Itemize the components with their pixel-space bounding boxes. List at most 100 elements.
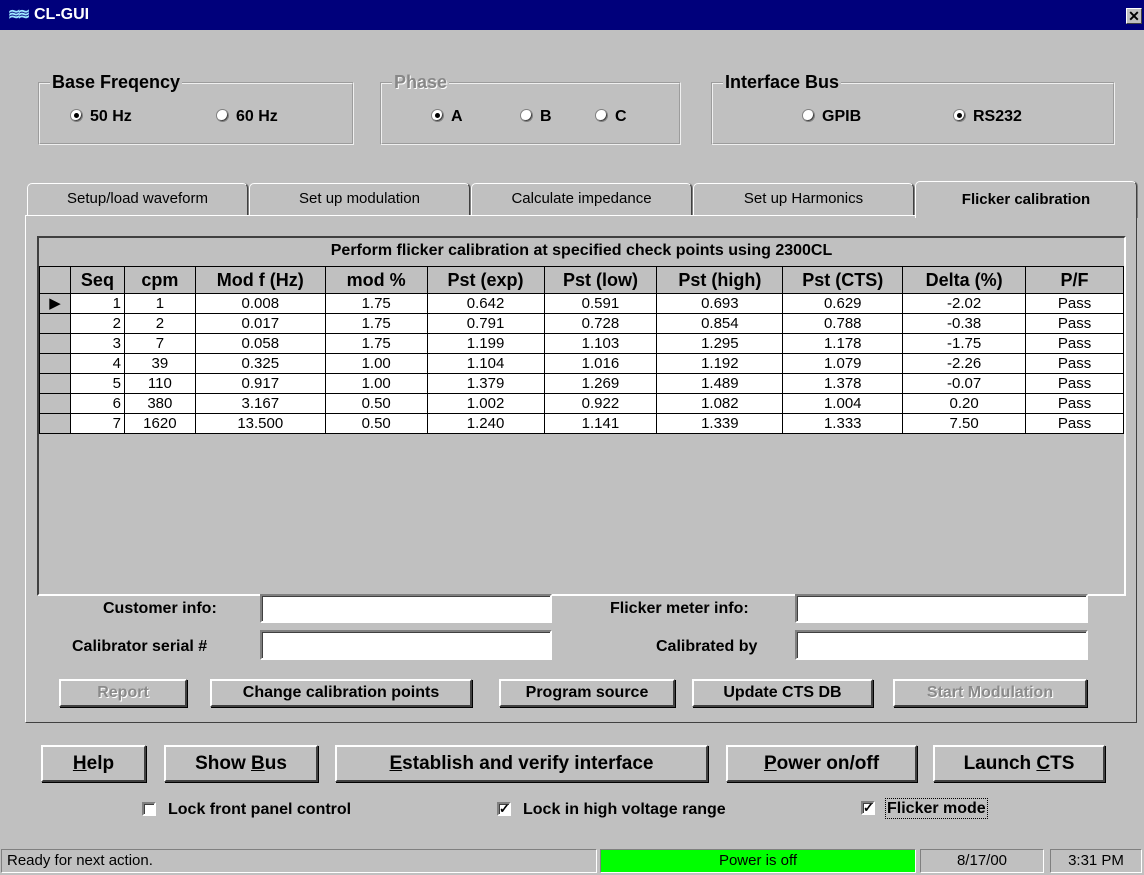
table-cell[interactable]: 1.489 <box>656 373 784 394</box>
table-cell[interactable]: 0.917 <box>194 373 326 394</box>
table-cell[interactable]: Pass <box>1025 393 1124 414</box>
program-source-button[interactable]: Program source <box>499 679 675 707</box>
radio-phase-a[interactable]: A <box>431 108 463 126</box>
tab-flicker-calibration[interactable]: Flicker calibration <box>915 181 1137 218</box>
establish-verify-interface-button[interactable]: Establish and verify interface <box>335 745 708 782</box>
table-cell[interactable]: 0.008 <box>194 293 326 314</box>
table-row[interactable]: 4 39 0.325 1.00 1.104 1.016 1.192 1.079 -2.26 Pas… <box>39 353 1124 374</box>
help-button[interactable]: Help <box>41 745 146 782</box>
column-header[interactable]: Pst (CTS) <box>782 266 904 294</box>
table-cell[interactable]: Pass <box>1025 413 1124 434</box>
table-cell[interactable]: 0.728 <box>543 313 658 334</box>
table-cell[interactable]: 0.629 <box>782 293 904 314</box>
launch-cts-button[interactable]: Launch CTS <box>933 745 1105 782</box>
table-cell[interactable]: 4 <box>69 353 125 374</box>
tab-setup-load-waveform[interactable]: Setup/load waveform <box>27 183 248 217</box>
table-cell[interactable]: 7 <box>123 333 196 354</box>
current-row-arrow-icon[interactable]: ▶ <box>39 293 71 314</box>
radio-50hz[interactable]: 50 Hz <box>70 108 132 126</box>
row-selector[interactable] <box>39 333 71 354</box>
start-modulation-button[interactable]: Start Modulation <box>893 679 1087 707</box>
column-header[interactable]: Delta (%) <box>902 266 1027 294</box>
calibration-grid[interactable]: Seq cpm Mod f (Hz) mod % Pst (exp) Pst (… <box>39 266 1124 434</box>
table-cell[interactable]: 1.269 <box>543 373 658 394</box>
table-cell[interactable]: 1.00 <box>324 373 428 394</box>
row-selector[interactable] <box>39 393 71 414</box>
table-cell[interactable]: 1.141 <box>543 413 658 434</box>
update-cts-db-button[interactable]: Update CTS DB <box>692 679 873 707</box>
table-cell[interactable]: 1.379 <box>426 373 545 394</box>
table-cell[interactable]: 1.00 <box>324 353 428 374</box>
row-selector[interactable] <box>39 413 71 434</box>
table-cell[interactable]: 1.178 <box>782 333 904 354</box>
table-cell[interactable]: 39 <box>123 353 196 374</box>
table-cell[interactable]: 0.854 <box>656 313 784 334</box>
table-cell[interactable]: 0.642 <box>426 293 545 314</box>
table-cell[interactable]: 1.192 <box>656 353 784 374</box>
column-header[interactable]: cpm <box>123 266 196 294</box>
table-cell[interactable]: -0.07 <box>902 373 1027 394</box>
column-header[interactable]: Pst (low) <box>543 266 658 294</box>
table-cell[interactable]: 0.50 <box>324 413 428 434</box>
show-bus-button[interactable]: Show Bus <box>164 745 318 782</box>
table-cell[interactable]: 1.333 <box>782 413 904 434</box>
table-cell[interactable]: Pass <box>1025 293 1124 314</box>
radio-rs232[interactable]: RS232 <box>953 108 1022 126</box>
column-header[interactable]: Pst (high) <box>656 266 784 294</box>
table-cell[interactable]: 0.791 <box>426 313 545 334</box>
table-cell[interactable]: 1 <box>123 293 196 314</box>
table-cell[interactable]: 1.378 <box>782 373 904 394</box>
table-cell[interactable]: 3 <box>69 333 125 354</box>
column-header[interactable]: Seq <box>69 266 125 294</box>
column-header[interactable]: Mod f (Hz) <box>194 266 326 294</box>
tab-calculate-impedance[interactable]: Calculate impedance <box>471 183 692 217</box>
table-cell[interactable]: 2 <box>123 313 196 334</box>
table-cell[interactable]: 0.591 <box>543 293 658 314</box>
table-row[interactable]: 7 1620 13.500 0.50 1.240 1.141 1.339 1.333 7.50 P… <box>39 413 1124 434</box>
table-cell[interactable]: 0.788 <box>782 313 904 334</box>
column-header[interactable]: mod % <box>324 266 428 294</box>
row-selector[interactable] <box>39 313 71 334</box>
table-cell[interactable]: 3.167 <box>194 393 326 414</box>
tab-set-up-harmonics[interactable]: Set up Harmonics <box>693 183 914 217</box>
row-selector[interactable] <box>39 373 71 394</box>
tab-set-up-modulation[interactable]: Set up modulation <box>249 183 470 217</box>
table-cell[interactable]: Pass <box>1025 373 1124 394</box>
report-button[interactable]: Report <box>59 679 187 707</box>
table-row[interactable]: 6 380 3.167 0.50 1.002 0.922 1.082 1.004 0.20 Pas… <box>39 393 1124 414</box>
table-cell[interactable]: -2.02 <box>902 293 1027 314</box>
table-cell[interactable]: 0.017 <box>194 313 326 334</box>
lock-front-panel-checkbox[interactable]: Lock front panel control <box>142 801 351 819</box>
table-cell[interactable]: 1.240 <box>426 413 545 434</box>
table-cell[interactable]: -0.38 <box>902 313 1027 334</box>
calibrated-by-input[interactable] <box>795 630 1088 660</box>
table-cell[interactable]: 1.103 <box>543 333 658 354</box>
table-cell[interactable]: 1.004 <box>782 393 904 414</box>
table-cell[interactable]: 0.20 <box>902 393 1027 414</box>
table-cell[interactable]: 110 <box>123 373 196 394</box>
table-cell[interactable]: 1.104 <box>426 353 545 374</box>
table-cell[interactable]: 0.693 <box>656 293 784 314</box>
radio-phase-b[interactable]: B <box>520 108 552 126</box>
table-row[interactable]: 3 7 0.058 1.75 1.199 1.103 1.295 1.178 -1.75 Pass <box>39 333 1124 354</box>
table-cell[interactable]: 1.75 <box>324 313 428 334</box>
table-cell[interactable]: 1.75 <box>324 293 428 314</box>
table-cell[interactable]: 1.082 <box>656 393 784 414</box>
table-cell[interactable]: 0.058 <box>194 333 326 354</box>
table-cell[interactable]: Pass <box>1025 353 1124 374</box>
table-cell[interactable]: 1.079 <box>782 353 904 374</box>
table-cell[interactable]: 7.50 <box>902 413 1027 434</box>
table-cell[interactable]: 1.199 <box>426 333 545 354</box>
flicker-mode-checkbox[interactable]: Flicker mode <box>861 798 988 819</box>
table-cell[interactable]: -2.26 <box>902 353 1027 374</box>
table-cell[interactable]: 1620 <box>123 413 196 434</box>
table-row[interactable]: ▶ 1 1 0.008 1.75 0.642 0.591 0.693 0.629 -2.02 Pas… <box>39 293 1124 314</box>
radio-60hz[interactable]: 60 Hz <box>216 108 278 126</box>
table-cell[interactable]: 1.339 <box>656 413 784 434</box>
table-cell[interactable]: -1.75 <box>902 333 1027 354</box>
customer-info-input[interactable] <box>260 594 552 623</box>
close-button[interactable]: ✕ <box>1126 8 1142 24</box>
column-header[interactable]: Pst (exp) <box>426 266 545 294</box>
table-cell[interactable]: 0.325 <box>194 353 326 374</box>
table-cell[interactable]: 380 <box>123 393 196 414</box>
